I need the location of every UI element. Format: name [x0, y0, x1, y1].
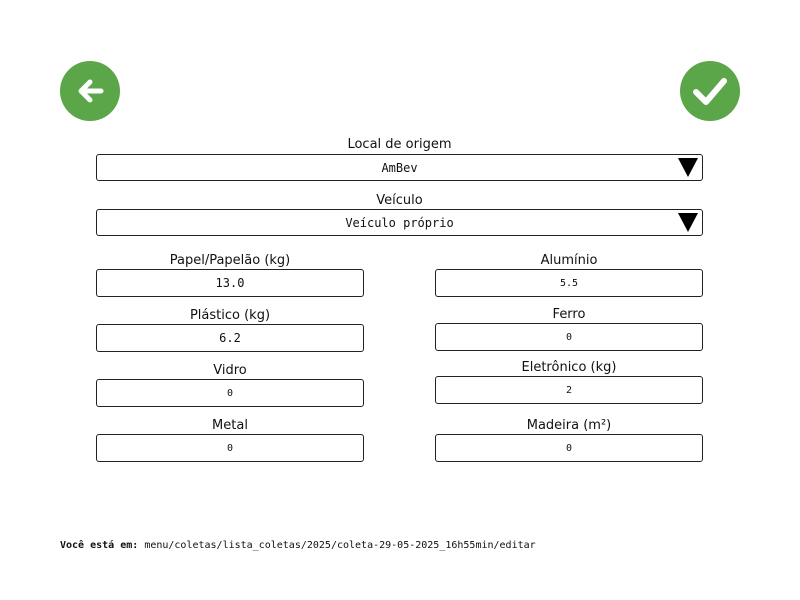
breadcrumb: Você está em: menu/coletas/lista_coletas… [60, 540, 536, 551]
aluminum-input[interactable] [435, 269, 703, 297]
vehicle-label: Veículo [376, 193, 423, 208]
vehicle-select[interactable]: Veículo próprio [96, 209, 703, 236]
origin-label: Local de origem [347, 137, 452, 152]
plastic-input[interactable] [96, 324, 364, 352]
iron-label: Ferro [552, 307, 586, 322]
breadcrumb-path: menu/coletas/lista_coletas/2025/coleta-2… [144, 540, 536, 551]
origin-select[interactable]: AmBev [96, 154, 703, 181]
arrow-left-icon [78, 79, 104, 103]
check-icon [693, 78, 727, 105]
back-button[interactable] [60, 61, 120, 121]
paper-label: Papel/Papelão (kg) [169, 253, 291, 268]
triangle-down-icon [678, 213, 698, 232]
wood-label: Madeira (m²) [526, 418, 612, 433]
glass-label: Vidro [213, 363, 247, 378]
plastic-label: Plástico (kg) [189, 308, 271, 323]
vehicle-select-value: Veículo próprio [345, 215, 454, 230]
iron-input[interactable] [435, 323, 703, 351]
aluminum-label: Alumínio [540, 253, 598, 268]
breadcrumb-label: Você está em: [60, 540, 139, 551]
confirm-button[interactable] [680, 61, 740, 121]
origin-select-value: AmBev [381, 160, 418, 175]
wood-input[interactable] [435, 434, 703, 462]
paper-input[interactable] [96, 269, 364, 297]
metal-label: Metal [212, 418, 248, 433]
metal-input[interactable] [96, 434, 364, 462]
electronic-input[interactable] [435, 376, 703, 404]
glass-input[interactable] [96, 379, 364, 407]
triangle-down-icon [678, 158, 698, 177]
electronic-label: Eletrônico (kg) [521, 360, 617, 375]
